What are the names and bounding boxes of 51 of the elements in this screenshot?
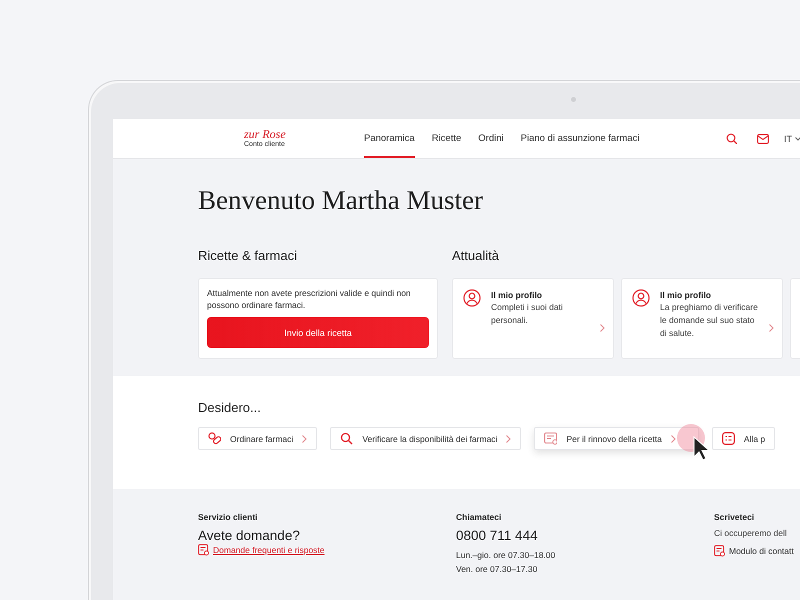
nav-tab[interactable]: Panoramica xyxy=(364,119,415,158)
send-prescription-button[interactable]: Invio della ricetta xyxy=(207,317,429,348)
cursor-icon xyxy=(692,436,711,462)
opening-hours: Ven. ore 07.30–17.30 xyxy=(456,563,538,576)
camera-dot xyxy=(571,97,576,102)
footer-link[interactable]: Modulo di contatt xyxy=(729,546,794,556)
chevron-icon xyxy=(302,434,308,442)
card-title: Il mio profilo xyxy=(491,289,543,301)
pills-icon xyxy=(208,432,221,445)
user-icon xyxy=(632,289,650,307)
chevron-icon xyxy=(769,324,774,332)
action-button[interactable]: Alla p xyxy=(712,427,776,450)
card-text: Completi i suoi dati personali. xyxy=(491,301,564,327)
card-title: Il mio profilo xyxy=(660,289,712,301)
nav-tab[interactable]: Ricette xyxy=(432,119,462,158)
action-button[interactable]: Per il rinnovo della ricetta xyxy=(534,427,699,450)
language-code: IT xyxy=(784,134,792,144)
footer-title: Avete domande? xyxy=(198,527,301,544)
action-button[interactable]: Ordinare farmaci xyxy=(198,427,318,450)
news-card[interactable]: Il mio profilo La preghiamo di verificare le domande sul suo stato di salute. xyxy=(621,278,783,359)
opening-hours: Lun.–gio. ore 07.30–18.00 xyxy=(456,549,556,562)
action-button[interactable]: Verificare la disponibilità dei farmaci xyxy=(330,427,522,450)
section-heading: Ricette & farmaci xyxy=(198,248,298,263)
section-heading: Attualità xyxy=(452,248,500,263)
nav-tab[interactable]: Piano di assunzione farmaci xyxy=(520,119,640,158)
form-icon xyxy=(198,544,209,556)
chevron-icon xyxy=(670,434,676,442)
document-icon xyxy=(544,432,558,445)
mail-icon xyxy=(757,134,769,144)
user-icon xyxy=(463,289,481,307)
footer-heading: Servizio clienti xyxy=(198,511,259,523)
footer-link[interactable]: Domande frequenti e risposte xyxy=(213,545,325,555)
chevron-icon xyxy=(506,434,512,442)
search-icon xyxy=(726,133,737,144)
form-icon xyxy=(714,545,725,557)
section-heading: Desidero... xyxy=(198,400,262,416)
nav-tab[interactable]: Ordini xyxy=(478,119,504,158)
language-selector[interactable]: IT xyxy=(784,134,800,144)
footer-heading: Scriveteci xyxy=(714,511,756,523)
footer-text: Ci occuperemo dell xyxy=(714,527,788,539)
caret-icon xyxy=(795,136,800,140)
card-text: La preghiamo di verificare le domande sul suo stato di salute. xyxy=(660,301,759,340)
footer-title: 0800 711 444 xyxy=(456,527,539,544)
footer-heading: Chiamateci xyxy=(456,511,502,523)
page-title: Benvenuto Martha Muster xyxy=(198,185,484,215)
info-text: Attualmente non avete prescrizioni valide e quindi non possono ordinare farmaci. xyxy=(207,287,412,311)
chevron-icon xyxy=(600,324,605,332)
logo-text: zur Rose xyxy=(244,128,287,140)
list-icon xyxy=(722,432,735,445)
search-icon xyxy=(340,432,354,445)
news-card[interactable]: Il mio profilo Completi i suoi dati personali. xyxy=(452,278,614,359)
